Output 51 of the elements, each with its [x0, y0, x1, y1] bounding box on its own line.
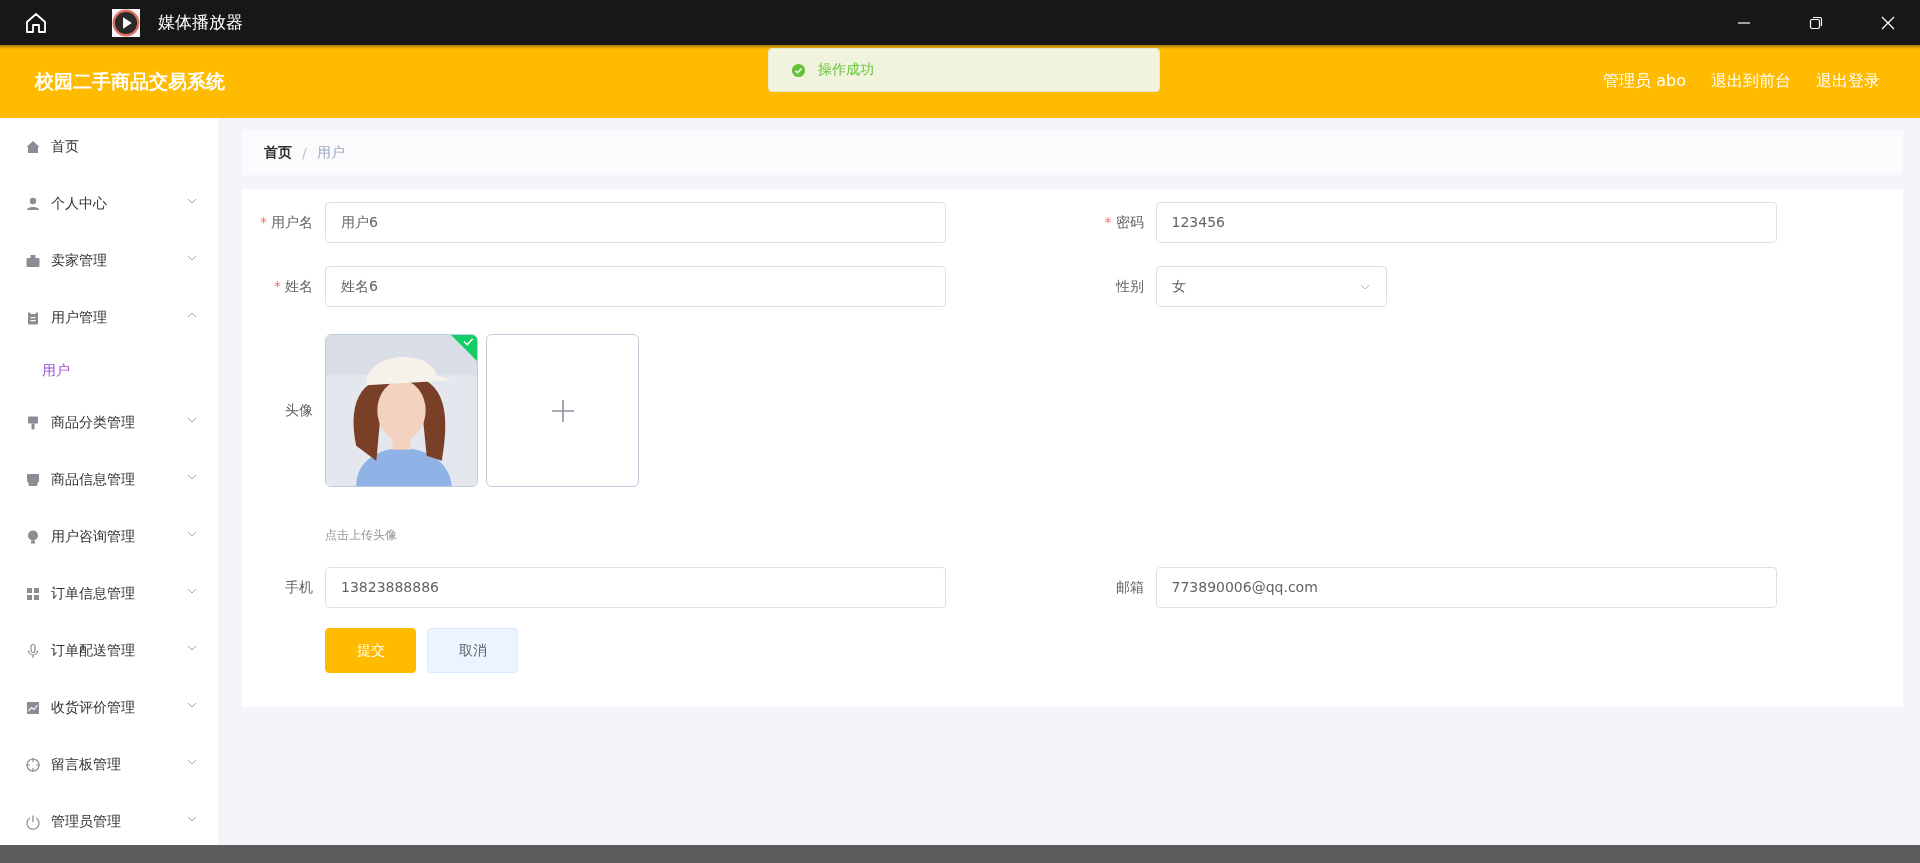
input-field[interactable]: 773890006@qq.com [1155, 567, 1777, 608]
menu-item[interactable]: 商品信息管理 [0, 451, 218, 508]
field-label: * 用户名 [259, 213, 314, 232]
field-label: 手机 [284, 578, 314, 597]
menu-icon [25, 756, 41, 773]
menu-item[interactable]: 管理员管理 [0, 793, 218, 845]
menu-item[interactable]: 卖家管理 [0, 232, 218, 289]
menu-item[interactable]: 首页 [0, 118, 218, 175]
play-icon [112, 8, 140, 37]
window-title: 媒体播放器 [158, 11, 243, 34]
menu-icon [25, 699, 41, 716]
input-field[interactable]: 13823888886 [325, 567, 946, 608]
menu-icon [25, 642, 41, 659]
input-field[interactable]: 用户6 [325, 202, 946, 243]
restore-icon[interactable] [1808, 14, 1824, 31]
input-field[interactable]: 123456 [1155, 202, 1777, 243]
menu-icon [25, 195, 41, 212]
menu-icon [25, 414, 41, 431]
submenu-item[interactable]: 用户 [0, 346, 218, 394]
close-icon[interactable] [1880, 14, 1896, 31]
field-label: * 姓名 [273, 277, 314, 296]
menu-item[interactable]: 用户咨询管理 [0, 508, 218, 565]
breadcrumb-link[interactable]: 首页 [264, 143, 292, 162]
field-label: 邮箱 [1114, 578, 1145, 597]
menu-item[interactable]: 订单配送管理 [0, 622, 218, 679]
plus-icon [550, 398, 575, 423]
site-title: 校园二手商品交易系统 [35, 68, 225, 94]
check-circle-icon [791, 62, 806, 78]
menu-icon [25, 585, 41, 602]
menu-icon [25, 813, 41, 830]
menu-icon [25, 252, 41, 269]
menu-icon [25, 528, 41, 545]
upload-hint: 点击上传头像 [325, 527, 398, 544]
menu-item[interactable]: 收货评价管理 [0, 679, 218, 736]
toast-message: 操作成功 [818, 61, 874, 79]
menu-icon [25, 471, 41, 488]
menu-item[interactable]: 个人中心 [0, 175, 218, 232]
menu-item[interactable]: 商品分类管理 [0, 394, 218, 451]
field-label: 头像 [284, 401, 314, 420]
input-field[interactable]: 姓名6 [325, 266, 946, 307]
field-label: * 密码 [1103, 213, 1145, 232]
select-field[interactable]: 女 [1155, 266, 1387, 307]
menu-icon [25, 309, 41, 326]
menu-item[interactable]: 订单信息管理 [0, 565, 218, 622]
menu-item[interactable]: 留言板管理 [0, 736, 218, 793]
field-label: 性别 [1114, 277, 1145, 296]
form-button[interactable]: 取消 [427, 628, 518, 673]
menu-item[interactable]: 用户管理 [0, 289, 218, 346]
breadcrumb-separator: / [302, 144, 307, 161]
home-icon[interactable] [24, 10, 48, 35]
menu-icon [25, 138, 41, 155]
